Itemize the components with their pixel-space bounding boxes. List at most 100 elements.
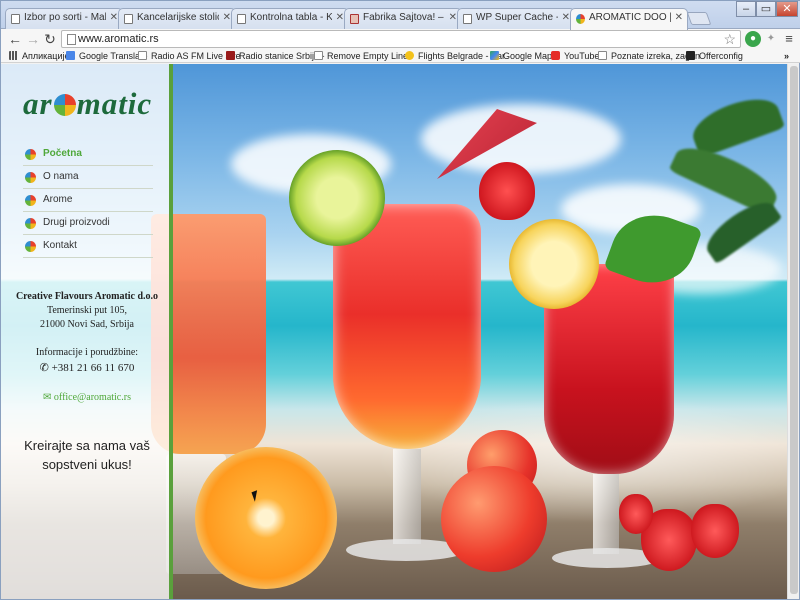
browser-window: Izbor po sorti - Malvazija ✕ Kancelarijs…	[0, 0, 800, 600]
page-icon	[237, 14, 246, 24]
tab-wp-super-cache[interactable]: WP Super Cache - Fabrika ✕	[457, 8, 575, 29]
fabrika-icon	[350, 14, 359, 24]
page-scrollbar[interactable]	[787, 64, 799, 599]
bookmark-label: YouTube	[564, 51, 600, 61]
new-tab-button[interactable]	[686, 12, 712, 25]
strawberry	[479, 162, 535, 220]
minimize-button[interactable]: –	[736, 1, 756, 17]
email-link[interactable]: office@aromatic.rs	[54, 392, 131, 403]
slogan-line-2: sopstveni ukus!	[42, 457, 132, 472]
bookmarks-bar: Апликације Google Translate Radio AS FM …	[1, 49, 800, 63]
phone-number[interactable]: +381 21 66 11 670	[52, 362, 135, 374]
phone-line: ✆ +381 21 66 11 670	[1, 361, 173, 375]
strawberry	[691, 504, 739, 558]
bookmark-offerconfig[interactable]: Offerconfig	[686, 49, 743, 63]
scrollbar-thumb[interactable]	[790, 66, 798, 594]
url-input[interactable]	[78, 32, 718, 46]
nav-label: Drugi proizvodi	[43, 217, 110, 228]
logo-text-prefix: ar	[23, 86, 53, 121]
page-icon	[124, 14, 133, 24]
close-icon[interactable]: ✕	[110, 12, 118, 23]
page-icon	[67, 34, 76, 45]
info-label: Informacije i porudžbine:	[35, 347, 139, 358]
tab-strip: Izbor po sorti - Malvazija ✕ Kancelarijs…	[1, 1, 800, 30]
maximize-button[interactable]: ▭	[756, 1, 776, 17]
page-viewport: ar matic Početna O nama Arome Drugi proi…	[1, 64, 787, 599]
tab-title: WP Super Cache - Fabrika	[476, 12, 558, 23]
main-navigation: Početna O nama Arome Drugi proizvodi Kon…	[23, 143, 153, 258]
nav-item-arome[interactable]: Arome	[23, 189, 153, 212]
bookmark-remove-empty-lines[interactable]: Remove Empty Lines	[314, 49, 413, 63]
google-maps-icon	[490, 51, 499, 60]
slogan-line-1: Kreirajte sa nama vaš	[24, 438, 150, 453]
close-icon[interactable]: ✕	[449, 12, 457, 23]
bookmark-label: Апликације	[22, 51, 70, 61]
site-sidebar: ar matic Početna O nama Arome Drugi proi…	[1, 64, 173, 599]
offerconfig-icon	[686, 51, 695, 60]
close-icon[interactable]: ✕	[336, 12, 344, 23]
tab-kontrolna-tabla[interactable]: Kontrolna tabla - Kancelarija ✕	[231, 8, 349, 29]
extension-green-icon[interactable]: ●	[745, 31, 761, 47]
close-icon[interactable]: ✕	[562, 12, 570, 23]
tab-kancelarijske[interactable]: Kancelarijske stolice i namještaj ✕	[118, 8, 236, 29]
reload-button[interactable]: ↻	[42, 31, 58, 47]
tab-title: Kancelarijske stolice i namještaj	[137, 12, 219, 23]
apps-grid-icon	[9, 51, 18, 60]
tab-title: Izbor po sorti - Malvazija	[24, 12, 106, 23]
address-bar[interactable]: ☆	[61, 30, 741, 48]
back-button[interactable]: ←	[7, 31, 23, 47]
glass-stem	[593, 474, 619, 554]
aromatic-favicon-icon	[576, 14, 585, 24]
orange-half	[195, 447, 337, 589]
page-icon	[11, 14, 20, 24]
page-icon	[463, 14, 472, 24]
bookmark-radio-stanice[interactable]: Radio stanice Srbije -	[226, 49, 325, 63]
youtube-icon	[551, 51, 560, 60]
nav-label: Kontakt	[43, 240, 77, 251]
tab-aromatic[interactable]: AROMATIC DOO | Aromatic ✕	[570, 8, 688, 30]
page-icon	[138, 51, 147, 60]
tab-malvazija[interactable]: Izbor po sorti - Malvazija ✕	[5, 8, 123, 29]
glass-stem	[393, 449, 421, 544]
close-icon[interactable]: ✕	[223, 12, 231, 23]
bookmark-google-translate[interactable]: Google Translate	[66, 49, 148, 63]
nav-flower-icon	[25, 149, 36, 160]
tab-title: Fabrika Sajtova! – Prodaja	[363, 12, 445, 23]
site-logo[interactable]: ar matic	[23, 86, 152, 122]
nav-label: Arome	[43, 194, 73, 205]
nav-item-pocetna[interactable]: Početna	[23, 143, 153, 166]
bookmark-star-icon[interactable]: ☆	[723, 31, 736, 47]
browser-toolbar: ← → ↻ ☆ ● ✦ ≡	[1, 29, 800, 49]
address-line-1: Temerinski put 105,	[46, 305, 128, 316]
bookmark-poznate-izreka[interactable]: Poznate izreka, zagon	[598, 49, 700, 63]
flights-icon	[405, 51, 414, 60]
bookmark-google-maps[interactable]: Google Maps	[490, 49, 557, 63]
google-translate-icon	[66, 51, 75, 60]
palm-leaf	[686, 89, 786, 159]
company-name: Creative Flavours Aromatic d.o.o	[15, 291, 159, 302]
page-icon	[314, 51, 323, 60]
email-line: ✉ office@aromatic.rs	[1, 391, 173, 405]
menu-icon[interactable]: ≡	[781, 31, 797, 47]
radio-icon	[226, 51, 235, 60]
more-bookmarks-button[interactable]: »	[784, 49, 789, 63]
forward-button[interactable]: →	[25, 31, 41, 47]
nav-flower-icon	[25, 195, 36, 206]
logo-text-suffix: matic	[76, 86, 153, 121]
strawberry	[619, 494, 653, 534]
bookmark-apps[interactable]: Апликације	[9, 49, 69, 63]
phone-icon: ✆	[39, 362, 49, 374]
nav-flower-icon	[25, 241, 36, 252]
tab-fabrika-sajtova[interactable]: Fabrika Sajtova! – Prodaja ✕	[344, 8, 462, 29]
slogan: Kreirajte sa nama vaš sopstveni ukus!	[1, 436, 173, 474]
close-icon[interactable]: ✕	[675, 12, 683, 23]
nav-item-drugi-proizvodi[interactable]: Drugi proizvodi	[23, 212, 153, 235]
bookmark-youtube[interactable]: YouTube	[551, 49, 599, 63]
nectarine	[441, 466, 547, 572]
bookmark-label: Remove Empty Lines	[327, 51, 413, 61]
nav-item-o-nama[interactable]: O nama	[23, 166, 153, 189]
page-icon	[598, 51, 607, 60]
extension-gray-icon[interactable]: ✦	[763, 31, 779, 47]
nav-item-kontakt[interactable]: Kontakt	[23, 235, 153, 258]
close-window-button[interactable]: ✕	[776, 1, 798, 17]
